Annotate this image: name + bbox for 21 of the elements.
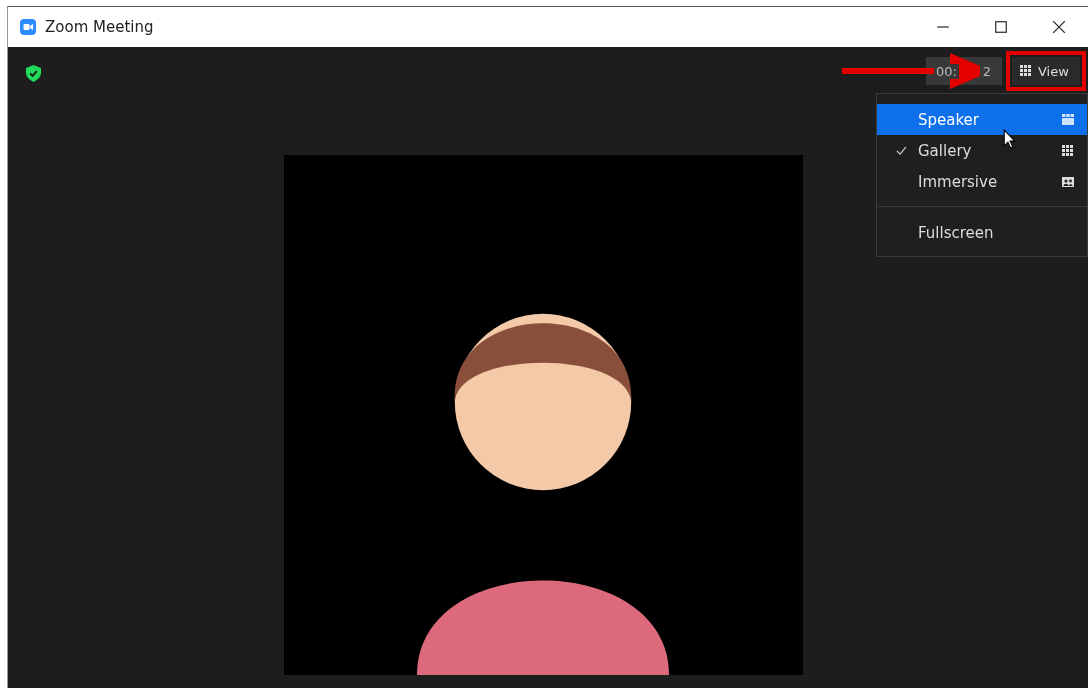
maximize-icon <box>994 20 1008 34</box>
window-title: Zoom Meeting <box>45 18 154 36</box>
mouse-cursor-icon <box>1003 129 1016 149</box>
grid-icon <box>1020 65 1032 77</box>
grid-icon <box>1062 144 1074 157</box>
menu-item[interactable]: Fullscreen <box>877 217 1087 248</box>
speaker-view-icon <box>1062 114 1074 125</box>
menu-item-label: Gallery <box>918 141 973 160</box>
app-logo-icon <box>20 19 36 35</box>
timer-text: 2 <box>979 63 994 79</box>
shield-check-icon <box>26 65 41 82</box>
menu-item[interactable]: Speaker <box>877 104 1087 135</box>
close-icon <box>1052 20 1066 34</box>
view-button[interactable]: View <box>1012 57 1080 85</box>
menu-item[interactable]: Gallery <box>877 135 1087 166</box>
people-card-icon <box>1062 176 1074 187</box>
menu-item-label: Fullscreen <box>918 223 995 242</box>
menu-item[interactable]: Immersive <box>877 166 1087 197</box>
menu-item-label: Speaker <box>918 110 980 129</box>
timer-text: 00: <box>934 63 959 79</box>
menu-item-label: Immersive <box>918 172 999 191</box>
